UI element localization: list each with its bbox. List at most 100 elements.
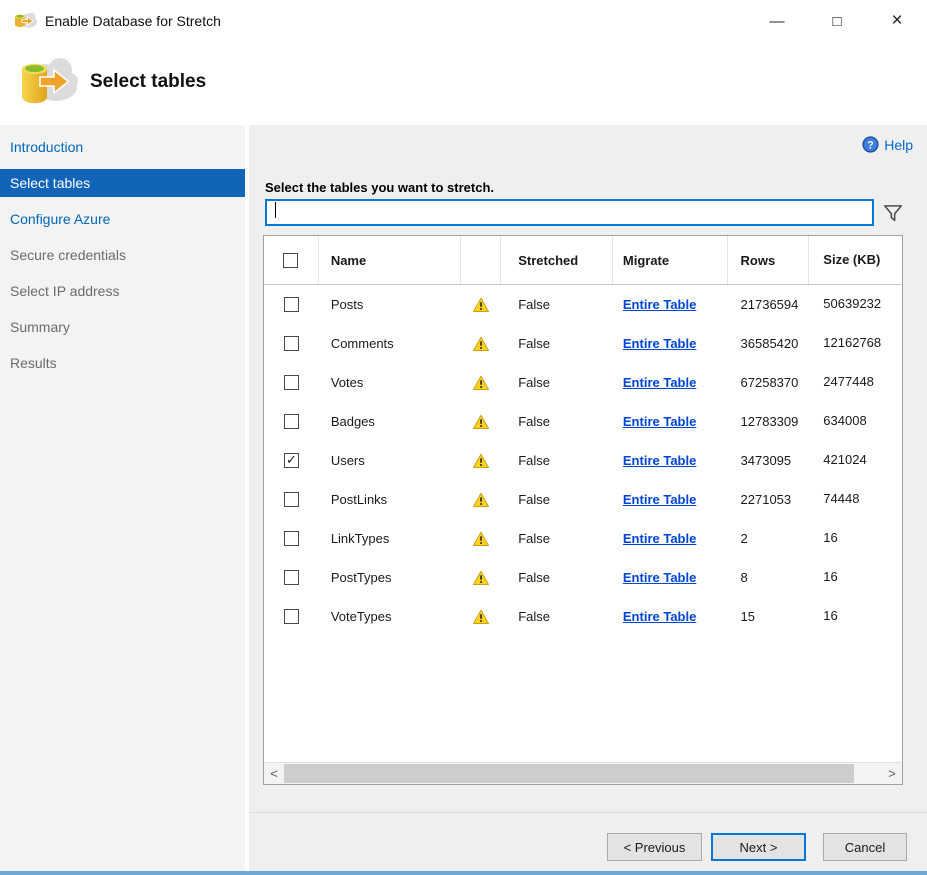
- title-bar: Enable Database for Stretch — □ ×: [0, 0, 927, 42]
- table-name-cell: PostTypes: [319, 570, 462, 585]
- rows-cell: 12783309: [728, 414, 810, 429]
- maximize-button[interactable]: □: [807, 13, 867, 30]
- table-name-cell: Users: [319, 453, 462, 468]
- column-header-rows[interactable]: Rows: [728, 236, 810, 284]
- scroll-right-arrow[interactable]: >: [882, 766, 902, 781]
- rows-cell: 67258370: [728, 375, 810, 390]
- row-checkbox[interactable]: [284, 414, 299, 429]
- horizontal-scrollbar[interactable]: < >: [264, 762, 902, 784]
- size-cell: 74448: [809, 492, 902, 507]
- warning-icon: [472, 570, 490, 586]
- window-title: Enable Database for Stretch: [45, 13, 221, 29]
- table-row: PostTypes False Entire Table 8 16: [264, 558, 902, 597]
- row-checkbox[interactable]: [284, 609, 299, 624]
- previous-button[interactable]: < Previous: [607, 833, 702, 861]
- size-cell: 16: [809, 531, 902, 546]
- table-name-cell: VoteTypes: [319, 609, 462, 624]
- rows-cell: 36585420: [728, 336, 810, 351]
- row-checkbox[interactable]: [284, 375, 299, 390]
- close-button[interactable]: ×: [867, 10, 927, 32]
- instruction-label: Select the tables you want to stretch.: [265, 180, 494, 195]
- warning-icon: [472, 414, 490, 430]
- migrate-link[interactable]: Entire Table: [623, 453, 696, 468]
- size-cell: 16: [809, 609, 902, 624]
- column-header-migrate[interactable]: Migrate: [613, 236, 728, 284]
- scroll-left-arrow[interactable]: <: [264, 766, 284, 781]
- row-checkbox[interactable]: [284, 297, 299, 312]
- rows-cell: 15: [728, 609, 810, 624]
- table-header-row: Name Stretched Migrate Rows Size (KB): [264, 236, 902, 285]
- table-name-cell: LinkTypes: [319, 531, 462, 546]
- row-checkbox[interactable]: [284, 336, 299, 351]
- main-panel: ? Help Select the tables you want to str…: [249, 125, 927, 871]
- table-name-cell: Badges: [319, 414, 462, 429]
- table-filter-input[interactable]: [265, 199, 874, 226]
- rows-cell: 8: [728, 570, 810, 585]
- rows-cell: 21736594: [728, 297, 810, 312]
- warning-icon: [472, 453, 490, 469]
- sidebar-item-select-ip-address[interactable]: Select IP address: [0, 277, 245, 305]
- stretched-cell: False: [501, 336, 613, 351]
- help-link[interactable]: ? Help: [862, 136, 913, 153]
- help-icon: ?: [862, 136, 879, 153]
- warning-icon: [472, 609, 490, 625]
- warning-icon: [472, 492, 490, 508]
- size-cell: 634008: [809, 414, 902, 429]
- stretched-cell: False: [501, 414, 613, 429]
- rows-cell: 2: [728, 531, 810, 546]
- sidebar-item-configure-azure[interactable]: Configure Azure: [0, 205, 245, 233]
- size-cell: 2477448: [809, 375, 902, 390]
- migrate-link[interactable]: Entire Table: [623, 570, 696, 585]
- row-checkbox[interactable]: [284, 492, 299, 507]
- next-button[interactable]: Next >: [711, 833, 806, 861]
- table-row: VoteTypes False Entire Table 15 16: [264, 597, 902, 636]
- stretched-cell: False: [501, 570, 613, 585]
- cancel-button[interactable]: Cancel: [823, 833, 907, 861]
- migrate-link[interactable]: Entire Table: [623, 375, 696, 390]
- rows-cell: 2271053: [728, 492, 810, 507]
- table-row: Posts False Entire Table 21736594 506392…: [264, 285, 902, 324]
- sidebar-item-select-tables[interactable]: Select tables: [0, 169, 245, 197]
- size-cell: 50639232: [809, 297, 902, 312]
- column-header-warning[interactable]: [461, 236, 501, 284]
- wizard-steps-sidebar: Introduction Select tables Configure Azure…: [0, 125, 245, 871]
- stretched-cell: False: [501, 609, 613, 624]
- table-body: Posts False Entire Table 21736594 506392…: [264, 285, 902, 762]
- text-caret: [275, 202, 276, 218]
- tables-grid: Name Stretched Migrate Rows Size (KB) Po…: [263, 235, 903, 785]
- table-row: Comments False Entire Table 36585420 121…: [264, 324, 902, 363]
- content-area: Introduction Select tables Configure Azure…: [0, 125, 927, 871]
- select-all-checkbox[interactable]: [283, 253, 298, 268]
- stretched-cell: False: [501, 492, 613, 507]
- row-checkbox[interactable]: [284, 570, 299, 585]
- sidebar-item-results[interactable]: Results: [0, 349, 245, 377]
- migrate-link[interactable]: Entire Table: [623, 414, 696, 429]
- stretched-cell: False: [501, 297, 613, 312]
- stretched-cell: False: [501, 375, 613, 390]
- sidebar-item-summary[interactable]: Summary: [0, 313, 245, 341]
- migrate-link[interactable]: Entire Table: [623, 531, 696, 546]
- sidebar-item-introduction[interactable]: Introduction: [0, 133, 245, 161]
- size-cell: 421024: [809, 453, 902, 468]
- column-header-name[interactable]: Name: [319, 236, 462, 284]
- table-name-cell: Posts: [319, 297, 462, 312]
- warning-icon: [472, 297, 490, 313]
- table-name-cell: Votes: [319, 375, 462, 390]
- column-header-stretched[interactable]: Stretched: [501, 236, 613, 284]
- migrate-link[interactable]: Entire Table: [623, 336, 696, 351]
- row-checkbox[interactable]: [284, 453, 299, 468]
- table-row: PostLinks False Entire Table 2271053 744…: [264, 480, 902, 519]
- column-header-size[interactable]: Size (KB): [809, 236, 902, 284]
- row-checkbox[interactable]: [284, 531, 299, 546]
- filter-funnel-icon[interactable]: [882, 202, 904, 224]
- migrate-link[interactable]: Entire Table: [623, 492, 696, 507]
- scrollbar-thumb[interactable]: [284, 764, 854, 783]
- migrate-link[interactable]: Entire Table: [623, 609, 696, 624]
- sidebar-item-secure-credentials[interactable]: Secure credentials: [0, 241, 245, 269]
- minimize-button[interactable]: —: [747, 13, 807, 30]
- stretched-cell: False: [501, 531, 613, 546]
- migrate-link[interactable]: Entire Table: [623, 297, 696, 312]
- warning-icon: [472, 336, 490, 352]
- table-name-cell: Comments: [319, 336, 462, 351]
- stretched-cell: False: [501, 453, 613, 468]
